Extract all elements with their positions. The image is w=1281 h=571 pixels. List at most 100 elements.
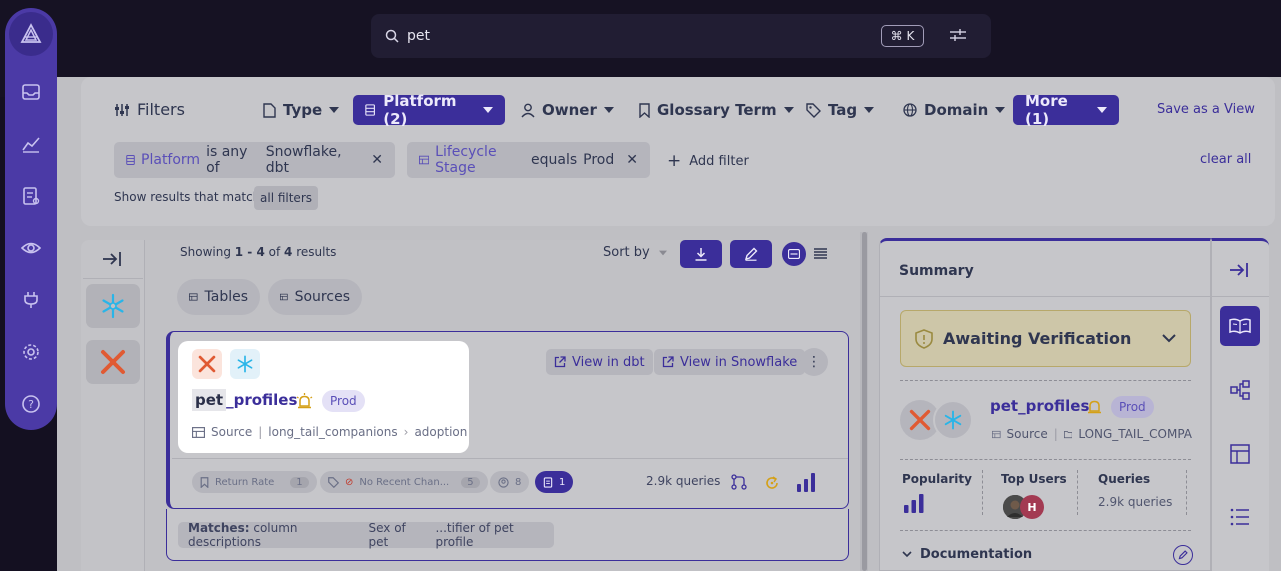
filter-owner[interactable]: Owner bbox=[521, 101, 614, 119]
download-button[interactable] bbox=[680, 240, 722, 268]
chevron-down-icon bbox=[603, 107, 614, 113]
divider bbox=[900, 459, 1191, 460]
remove-filter-icon[interactable]: ✕ bbox=[626, 152, 638, 168]
database-icon bbox=[365, 104, 375, 116]
platform-snowflake-button[interactable] bbox=[86, 284, 140, 328]
tag-icon bbox=[806, 102, 821, 118]
view-in-snowflake-button[interactable]: View in Snowflake bbox=[654, 349, 806, 375]
book-open-icon bbox=[1229, 318, 1251, 334]
result-title-link[interactable]: pet _profiles bbox=[192, 389, 297, 411]
observe-icon[interactable] bbox=[18, 235, 44, 261]
search-options-icon[interactable] bbox=[949, 27, 967, 43]
inbox-icon[interactable] bbox=[18, 79, 44, 105]
chevron-down-icon bbox=[783, 107, 794, 113]
match-mode-text: Show results that match bbox=[114, 190, 261, 204]
chevron-down-icon bbox=[864, 107, 875, 113]
chevron-down-icon bbox=[995, 107, 1006, 113]
add-filter-button[interactable]: + Add filter bbox=[667, 151, 749, 171]
filter-type[interactable]: Type bbox=[263, 101, 340, 119]
more-options-icon[interactable]: ⋮ bbox=[800, 348, 828, 376]
divider bbox=[1212, 296, 1269, 297]
filter-more[interactable]: More (1) bbox=[1013, 92, 1119, 128]
filter-type-label: Type bbox=[283, 101, 323, 119]
results-scrollbar-thumb[interactable] bbox=[862, 232, 867, 571]
view-in-dbt-button[interactable]: View in dbt bbox=[546, 349, 653, 375]
user-icon bbox=[521, 103, 535, 117]
owners-chip[interactable]: 8 bbox=[490, 471, 530, 493]
save-as-view-link[interactable]: Save as a View bbox=[1157, 102, 1255, 117]
edit-documentation-icon[interactable] bbox=[1173, 545, 1193, 565]
properties-list-icon[interactable] bbox=[1230, 508, 1250, 526]
sort-dropdown[interactable]: Sort by bbox=[603, 245, 668, 260]
match-mode-select[interactable]: all filters bbox=[254, 186, 319, 210]
collapse-arrow-icon[interactable] bbox=[101, 250, 123, 268]
match-snippet: ...tifier of pet profile bbox=[435, 521, 514, 549]
documentation-section-toggle[interactable]: Documentation bbox=[902, 547, 1032, 562]
filter-glossary-label: Glossary Term bbox=[657, 101, 777, 119]
edit-button[interactable] bbox=[730, 240, 772, 268]
file-icon bbox=[263, 102, 276, 118]
ingestion-plug-icon[interactable] bbox=[18, 287, 44, 313]
governance-icon[interactable] bbox=[18, 183, 44, 209]
tab-tables[interactable]: Tables bbox=[177, 279, 260, 315]
match-snippet: Sex of pet bbox=[368, 521, 406, 549]
filter-domain[interactable]: Domain bbox=[903, 101, 1006, 119]
summary-title: Summary bbox=[899, 263, 974, 279]
list-view-icon[interactable] bbox=[814, 248, 827, 259]
no-entry-icon: ⊘ bbox=[345, 476, 354, 488]
alert-siren-icon bbox=[1086, 398, 1103, 415]
divider bbox=[900, 380, 1191, 381]
result-subtype: Source bbox=[211, 425, 253, 439]
lineage-graph-icon[interactable] bbox=[1230, 380, 1250, 400]
tag-chip[interactable]: ⊘ No Recent Chan... 5 bbox=[320, 471, 488, 493]
filter-tag[interactable]: Tag bbox=[806, 101, 875, 119]
tab-sources[interactable]: Sources bbox=[268, 279, 362, 315]
lifecycle-badge: Prod bbox=[322, 390, 365, 412]
verification-dropdown[interactable]: Awaiting Verification bbox=[900, 310, 1191, 367]
remove-filter-icon[interactable]: ✕ bbox=[371, 152, 383, 168]
matches-box: Matches: column descriptions Sex of pet … bbox=[178, 521, 554, 549]
active-filter-platform[interactable]: Platform is any of Snowflake, dbt ✕ bbox=[114, 142, 395, 178]
summary-entity-name[interactable]: pet_profiles bbox=[990, 397, 1089, 415]
lineage-icon[interactable] bbox=[731, 474, 747, 490]
filters-icon bbox=[115, 103, 129, 116]
popularity-bars-icon bbox=[903, 493, 925, 513]
glossary-term-chip[interactable]: Return Rate 1 bbox=[192, 471, 317, 493]
tab-tables-label: Tables bbox=[204, 289, 249, 305]
app-logo[interactable] bbox=[9, 12, 53, 56]
clear-all-link[interactable]: clear all bbox=[1200, 152, 1251, 167]
filter-glossary-term[interactable]: Glossary Term bbox=[639, 101, 794, 119]
results-range: 1 - 4 bbox=[234, 245, 265, 259]
view-in-snowflake-label: View in Snowflake bbox=[680, 354, 798, 370]
settings-gear-icon[interactable] bbox=[18, 339, 44, 365]
chevron-down-icon bbox=[483, 107, 493, 113]
documents-chip[interactable]: 1 bbox=[535, 471, 574, 493]
search-icon bbox=[385, 29, 399, 43]
breadcrumb-schema[interactable]: adoption bbox=[414, 425, 467, 439]
user-avatar-initial[interactable]: H bbox=[1020, 495, 1044, 519]
schema-table-icon[interactable] bbox=[1230, 444, 1250, 464]
collapse-panel-icon[interactable] bbox=[1228, 262, 1250, 278]
analytics-icon[interactable] bbox=[18, 131, 44, 157]
top-users-label: Top Users bbox=[1001, 472, 1067, 486]
owners-count: 8 bbox=[515, 476, 522, 488]
summary-tab-book[interactable] bbox=[1220, 306, 1260, 346]
card-view-toggle[interactable] bbox=[782, 242, 806, 266]
active-filter-lifecycle[interactable]: Lifecycle Stage equals Prod ✕ bbox=[407, 142, 650, 178]
help-icon[interactable]: ? bbox=[18, 391, 44, 417]
summary-container[interactable]: LONG_TAIL_COMPA bbox=[1078, 427, 1192, 441]
filter-value: Prod bbox=[583, 152, 615, 168]
glossary-term-count: 1 bbox=[290, 476, 309, 488]
dbt-logo-icon bbox=[192, 349, 222, 379]
platform-dbt-button[interactable] bbox=[86, 340, 140, 384]
filter-platform[interactable]: Platform (2) bbox=[353, 92, 505, 128]
search-input[interactable] bbox=[407, 28, 867, 44]
documents-count: 1 bbox=[559, 476, 566, 488]
results-total: 4 bbox=[284, 245, 293, 259]
results-showing: Showing bbox=[180, 245, 231, 259]
tag-icon bbox=[328, 476, 339, 488]
breadcrumb-database[interactable]: long_tail_companions bbox=[268, 425, 397, 439]
popularity-bars-icon bbox=[796, 472, 816, 492]
result-title-rest: _profiles bbox=[226, 391, 298, 409]
tag-count: 5 bbox=[461, 476, 480, 488]
